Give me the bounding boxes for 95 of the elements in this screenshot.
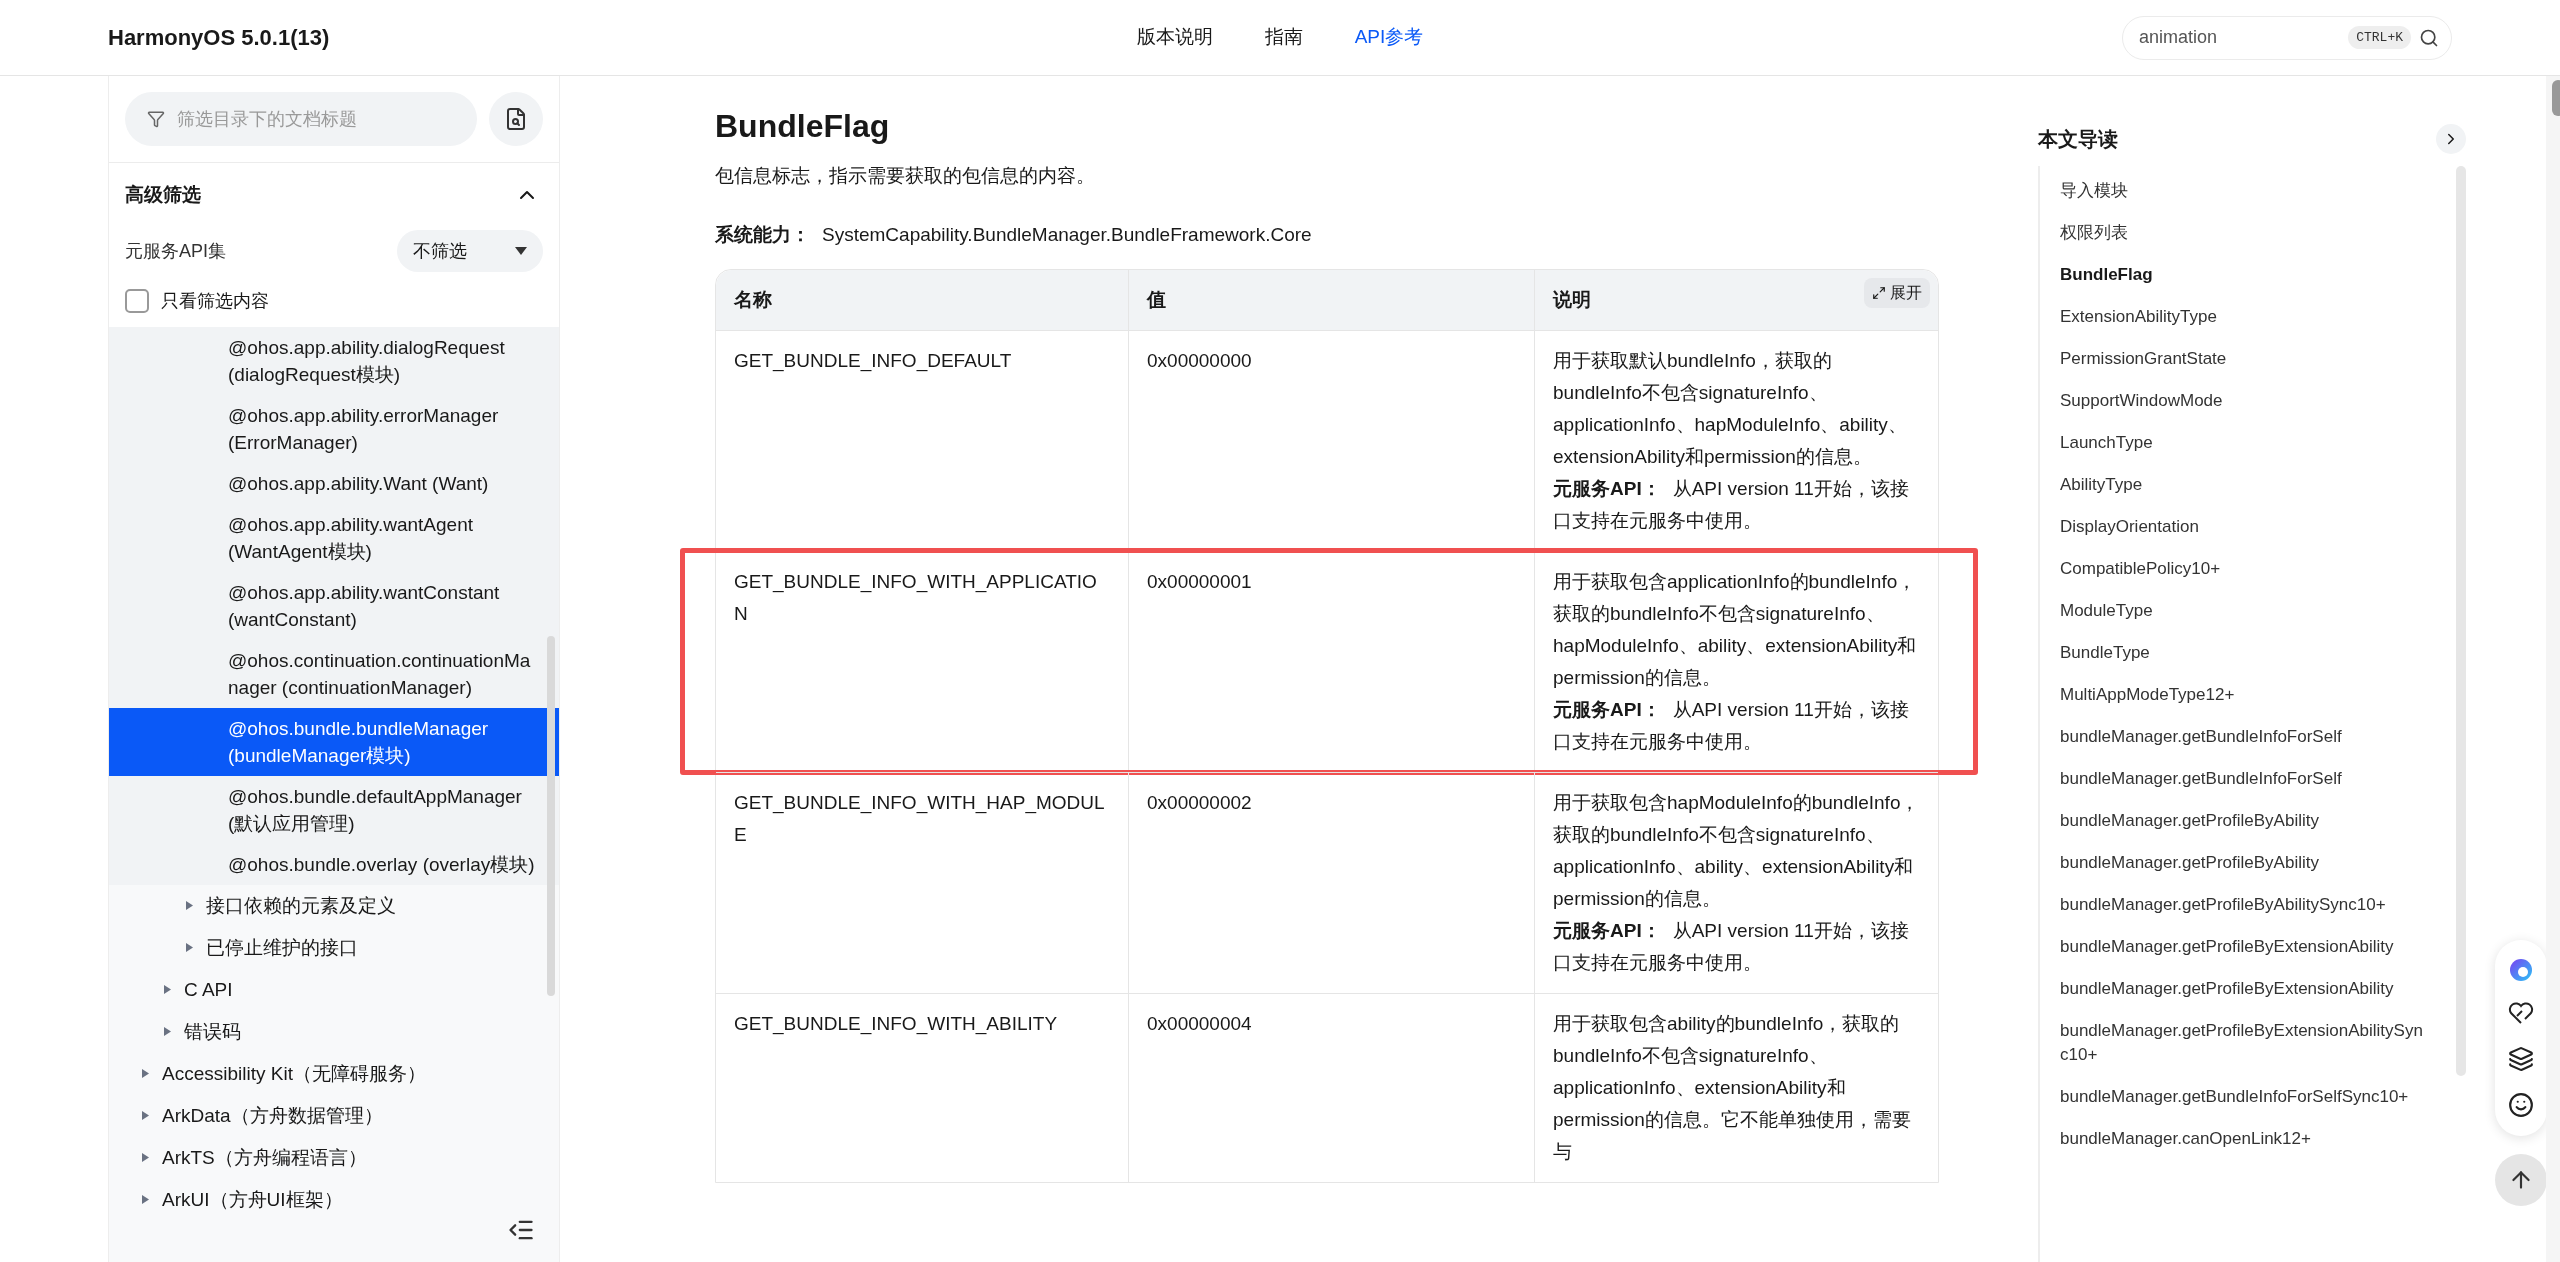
table-cell-text: GET_BUNDLE_INFO_WITH_ABILITY xyxy=(733,1012,1059,1037)
toc-title: 本文导读 xyxy=(2038,127,2118,152)
capability-value: SystemCapability.BundleManager.BundleFramework.Core xyxy=(822,222,1312,247)
toc-link[interactable]: bundleManager.getProfileByExtensionAbility xyxy=(2040,972,2430,1006)
caret-icon xyxy=(141,1194,150,1205)
capability-label: 系统能力： xyxy=(715,222,810,247)
column-header: 值 xyxy=(1147,287,1166,312)
caret-icon xyxy=(141,1068,150,1079)
description-text: 用于获取包含applicationInfo的bundleInfo，获取的bundleInfo不包含signatureInfo、hapModuleInfo、ability、extensionAbility和permission的信息。 xyxy=(1553,570,1918,690)
table-cell: 0x00000004 xyxy=(1128,994,1534,1182)
toc-link[interactable]: CompatiblePolicy10+ xyxy=(2040,552,2430,586)
search-icon[interactable] xyxy=(2419,27,2439,48)
toc-link[interactable]: BundleFlag xyxy=(2040,258,2430,292)
table-cell: 0x00000002 xyxy=(1128,773,1534,993)
description-text: 用于获取包含hapModuleInfo的bundleInfo，获取的bundleInfo不包含signatureInfo、applicationInfo、ability、extensionAbility和permission的信息。 xyxy=(1553,791,1920,911)
toc-toggle-button[interactable] xyxy=(2436,124,2466,154)
filter-icon xyxy=(147,110,165,128)
api-note: 元服务API： 从API version 11开始，该接口支持在元服务中使用。 xyxy=(1553,919,1910,975)
description-text: 用于获取包含ability的bundleInfo，获取的bundleInfo不包含signatureInfo、applicationInfo、extensionAbility和permission的信息。它不能单独使用，需要与 xyxy=(1553,1012,1912,1164)
assistant-icon[interactable] xyxy=(2509,958,2533,982)
tree-item[interactable]: @ohos.bundle.overlay (overlay模块) xyxy=(109,844,559,885)
tree-item[interactable]: 接口依赖的元素及定义 xyxy=(109,885,559,927)
tree-item[interactable]: Accessibility Kit（无障碍服务） xyxy=(109,1053,559,1095)
toc-link[interactable]: bundleManager.getProfileByAbilitySync10+ xyxy=(2040,888,2430,922)
toc-link[interactable]: AbilityType xyxy=(2040,468,2430,502)
toc-link[interactable]: MultiAppModeType12+ xyxy=(2040,678,2430,712)
description-text: 用于获取默认bundleInfo，获取的bundleInfo不包含signatureInfo、applicationInfo、hapModuleInfo、ability、extensionAbility和permission的信息。 xyxy=(1553,349,1908,469)
tree-item[interactable]: 已停止维护的接口 xyxy=(109,927,559,969)
smile-icon[interactable] xyxy=(2508,1092,2534,1118)
tree-item[interactable]: @ohos.app.ability.dialogRequest (dialogRequest模块) xyxy=(109,327,559,395)
site-title[interactable]: HarmonyOS 5.0.1(13) xyxy=(108,21,1137,54)
column-header: 说明 xyxy=(1553,287,1591,312)
caret-icon xyxy=(163,984,172,995)
toc-link[interactable]: ModuleType xyxy=(2040,594,2430,628)
toc-link[interactable]: bundleManager.getBundleInfoForSelf xyxy=(2040,720,2430,754)
tree-item[interactable]: 错误码 xyxy=(109,1011,559,1053)
tree-item[interactable]: @ohos.app.ability.errorManager (ErrorManager) xyxy=(109,395,559,463)
intro-text: 包信息标志，指示需要获取的包信息的内容。 xyxy=(715,164,1096,188)
filter-field[interactable]: 筛选目录下的文档标题 xyxy=(125,92,477,146)
tree-item[interactable]: @ohos.app.ability.wantConstant (wantConstant) xyxy=(109,572,559,640)
toc-link[interactable]: bundleManager.getProfileByExtensionAbilitySync10+ xyxy=(2040,1014,2430,1072)
table-cell: 0x00000001 xyxy=(1128,552,1534,772)
expand-icon xyxy=(1872,286,1886,300)
api-note: 元服务API： 从API version 11开始，该接口支持在元服务中使用。 xyxy=(1553,698,1910,754)
tree-item[interactable]: ArkUI（方舟UI框架） xyxy=(109,1179,559,1221)
tree-item[interactable]: ArkTS（方舟编程语言） xyxy=(109,1137,559,1179)
filter-label: 元服务API集 xyxy=(125,239,226,263)
tree-item[interactable]: @ohos.bundle.defaultAppManager (默认应用管理) xyxy=(109,776,559,844)
toc-link[interactable]: bundleManager.getProfileByExtensionAbility xyxy=(2040,930,2430,964)
column-header: 名称 xyxy=(734,287,772,312)
toc-link[interactable]: bundleManager.getBundleInfoForSelfSync10+ xyxy=(2040,1080,2430,1114)
tree-item[interactable]: @ohos.app.ability.wantAgent (WantAgent模块) xyxy=(109,504,559,572)
caret-icon xyxy=(163,1026,172,1037)
toc-link[interactable]: bundleManager.canOpenLink12+ xyxy=(2040,1122,2430,1156)
scrollbar[interactable] xyxy=(2456,166,2466,1076)
caret-icon xyxy=(185,900,194,911)
tree-item[interactable]: C API xyxy=(109,969,559,1011)
api-set-dropdown[interactable]: 不筛选 xyxy=(397,230,543,272)
toc-link[interactable]: 权限列表 xyxy=(2040,216,2430,250)
toc-link[interactable]: 导入模块 xyxy=(2040,174,2430,208)
toc-link[interactable]: BundleType xyxy=(2040,636,2430,670)
tree-item[interactable]: ArkData（方舟数据管理） xyxy=(109,1095,559,1137)
section-title: 高级筛选 xyxy=(125,182,201,207)
table-cell-text: GET_BUNDLE_INFO_WITH_APPLICATION xyxy=(733,570,1098,626)
shortcut-hint: CTRL+K xyxy=(2348,25,2411,50)
checkbox-label: 只看筛选内容 xyxy=(161,289,269,313)
caret-icon xyxy=(515,247,527,255)
toc-link[interactable]: bundleManager.getProfileByAbility xyxy=(2040,846,2430,880)
back-to-top-button[interactable] xyxy=(2495,1154,2547,1206)
caret-icon xyxy=(141,1152,150,1163)
expand-button[interactable]: 展开 xyxy=(1864,278,1930,308)
table-cell: 0x00000000 xyxy=(1128,331,1534,551)
nav-link[interactable]: 版本说明 xyxy=(1136,23,1213,52)
layers-icon[interactable] xyxy=(2508,1046,2534,1072)
toc-link[interactable]: LaunchType xyxy=(2040,426,2430,460)
table-cell-text: GET_BUNDLE_INFO_WITH_HAP_MODULE xyxy=(733,791,1106,847)
toc-link[interactable]: bundleManager.getBundleInfoForSelf xyxy=(2040,762,2430,796)
nav-link[interactable]: 指南 xyxy=(1264,23,1303,52)
document-search-icon xyxy=(504,107,528,131)
checkbox[interactable] xyxy=(125,289,149,313)
nav-link[interactable]: API参考 xyxy=(1354,23,1424,52)
tree-item[interactable]: @ohos.bundle.bundleManager (bundleManager模块) xyxy=(109,708,559,776)
tree-item[interactable]: @ohos.app.ability.Want (Want) xyxy=(109,463,559,504)
toc-link[interactable]: bundleManager.getProfileByAbility xyxy=(2040,804,2430,838)
api-note: 元服务API： 从API version 11开始，该接口支持在元服务中使用。 xyxy=(1553,477,1910,533)
tree-item[interactable]: @ohos.continuation.continuationManager (continuationManager) xyxy=(109,640,559,708)
toc-link[interactable]: ExtensionAbilityType xyxy=(2040,300,2430,334)
scrollbar[interactable] xyxy=(547,636,555,996)
toc-link[interactable]: DisplayOrientation xyxy=(2040,510,2430,544)
page-heading: BundleFlag xyxy=(715,107,891,146)
table-cell-text: GET_BUNDLE_INFO_DEFAULT xyxy=(733,349,1013,374)
caret-icon xyxy=(185,942,194,953)
toc-link[interactable]: SupportWindowMode xyxy=(2040,384,2430,418)
toc-link[interactable]: PermissionGrantState xyxy=(2040,342,2430,376)
caret-icon xyxy=(141,1110,150,1121)
